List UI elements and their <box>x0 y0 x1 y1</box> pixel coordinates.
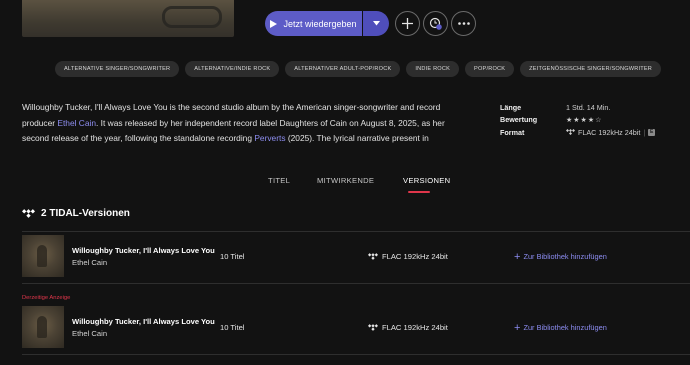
explicit-badge: E <box>648 128 656 136</box>
more-options-button[interactable] <box>451 11 476 36</box>
mix-button[interactable] <box>423 11 448 36</box>
add-to-library-button[interactable]: + Zur Bibliothek hinzufügen <box>514 321 607 334</box>
play-options-button[interactable] <box>363 11 389 36</box>
play-icon <box>270 19 278 28</box>
more-icon <box>457 22 470 25</box>
add-to-collection-button[interactable] <box>395 11 420 36</box>
genre-chips: ALTERNATIVE SINGER/SONGWRITER ALTERNATIV… <box>55 61 662 77</box>
description-text: (2025). The lyrical narrative present in <box>285 133 429 143</box>
album-meta: Länge 1 Std. 14 Min. Bewertung ★★★★☆ For… <box>500 101 656 139</box>
add-to-library-label: Zur Bibliothek hinzufügen <box>523 323 607 332</box>
album-description: Willoughby Tucker, I'll Always Love You … <box>22 100 470 144</box>
tab-mitwirkende[interactable]: MITWIRKENDE <box>317 176 374 185</box>
version-cover[interactable] <box>22 235 64 277</box>
active-tab-indicator <box>408 191 430 193</box>
version-format-text: FLAC 192kHz 24bit <box>382 323 448 332</box>
format-separator: | <box>643 127 646 137</box>
genre-chip[interactable]: POP/ROCK <box>465 61 515 77</box>
genre-chip[interactable]: ALTERNATIVE SINGER/SONGWRITER <box>55 61 180 77</box>
mix-radio-icon <box>429 17 442 30</box>
add-to-library-label: Zur Bibliothek hinzufügen <box>523 252 607 261</box>
version-format: FLAC 192kHz 24bit <box>368 252 448 261</box>
version-title[interactable]: Willoughby Tucker, I'll Always Love You <box>72 317 215 326</box>
format-value: FLAC 192kHz 24bit <box>578 127 641 137</box>
plus-icon <box>402 18 413 29</box>
version-track-count: 10 Titel <box>220 252 245 261</box>
tidal-logo-icon <box>368 324 378 331</box>
plus-icon: + <box>514 250 521 263</box>
tidal-logo-icon <box>566 129 575 136</box>
version-artist[interactable]: Ethel Cain <box>72 329 107 338</box>
album-cover <box>22 0 234 37</box>
length-label: Länge <box>500 102 522 112</box>
genre-chip[interactable]: ALTERNATIVE/INDIE ROCK <box>185 61 280 77</box>
add-to-library-button[interactable]: + Zur Bibliothek hinzufügen <box>514 250 607 263</box>
genre-chip[interactable]: INDIE ROCK <box>406 61 460 77</box>
versions-heading: 2 TIDAL-Versionen <box>22 208 130 219</box>
current-version-label: Derzeitige Anzeige <box>22 295 71 301</box>
chevron-down-icon <box>372 21 380 26</box>
genre-chip[interactable]: ALTERNATIVER ADULT-POP/ROCK <box>285 61 401 77</box>
length-value: 1 Std. 14 Min. <box>566 102 611 112</box>
tab-titel[interactable]: TITEL <box>268 176 290 185</box>
version-cover[interactable] <box>22 306 64 348</box>
play-group: Jetzt wiedergeben <box>265 11 389 36</box>
divider <box>22 231 690 232</box>
rating-stars: ★★★★☆ <box>566 116 603 124</box>
format-label: Format <box>500 127 525 137</box>
play-button[interactable]: Jetzt wiedergeben <box>265 11 362 36</box>
version-track-count: 10 Titel <box>220 323 245 332</box>
tab-bar: TITEL MITWIRKENDE VERSIONEN <box>0 176 690 194</box>
version-title[interactable]: Willoughby Tucker, I'll Always Love You <box>72 246 215 255</box>
tidal-logo-icon <box>22 209 35 218</box>
version-format: FLAC 192kHz 24bit <box>368 323 448 332</box>
version-format-text: FLAC 192kHz 24bit <box>382 252 448 261</box>
play-button-label: Jetzt wiedergeben <box>283 18 357 29</box>
recording-link[interactable]: Perverts <box>254 133 285 143</box>
rating-label: Bewertung <box>500 115 538 125</box>
plus-icon: + <box>514 321 521 334</box>
version-artist[interactable]: Ethel Cain <box>72 258 107 267</box>
tidal-logo-icon <box>368 253 378 260</box>
versions-heading-text: 2 TIDAL-Versionen <box>41 208 130 219</box>
tab-versionen[interactable]: VERSIONEN <box>403 176 450 185</box>
version-row[interactable]: Willoughby Tucker, I'll Always Love You … <box>22 306 690 350</box>
artist-link[interactable]: Ethel Cain <box>57 118 96 128</box>
genre-chip[interactable]: ZEITGENÖSSISCHE SINGER/SONGWRITER <box>520 61 662 77</box>
divider <box>22 354 690 355</box>
version-row[interactable]: Willoughby Tucker, I'll Always Love You … <box>22 235 690 279</box>
divider <box>22 283 690 284</box>
